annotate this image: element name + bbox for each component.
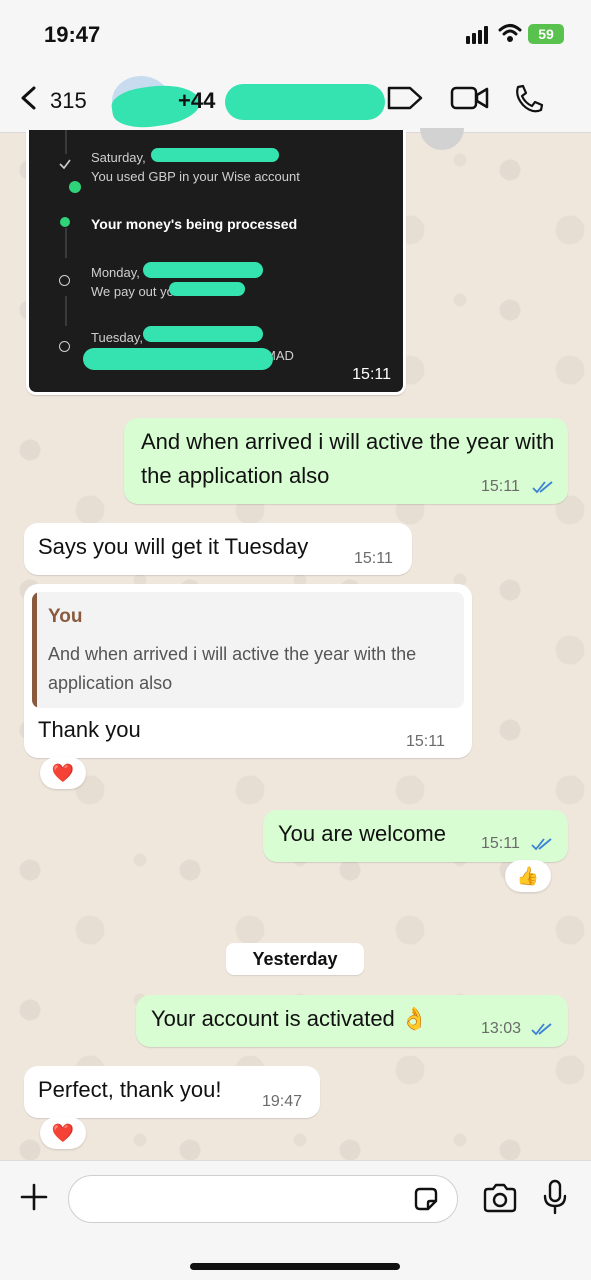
timeline-subtitle: We pay out yo <box>91 284 174 299</box>
image-message[interactable]: Saturday, You used GBP in your Wise acco… <box>26 130 406 395</box>
label-tag-icon[interactable] <box>386 84 424 112</box>
outgoing-message[interactable]: And when arrived i will active the year … <box>124 418 568 504</box>
timeline-line <box>65 296 67 326</box>
plus-icon[interactable] <box>20 1183 48 1211</box>
read-ticks-icon <box>531 1023 552 1036</box>
back-chevron-icon[interactable] <box>18 86 40 110</box>
message-text: Perfect, thank you! <box>38 1077 222 1102</box>
date-separator: Yesterday <box>226 943 364 975</box>
cellular-signal-icon <box>466 26 492 44</box>
reaction-heart[interactable]: ❤️ <box>40 1117 86 1149</box>
redaction-mark <box>143 262 263 278</box>
incoming-message[interactable]: Says you will get it Tuesday 15:11 <box>24 523 412 575</box>
quoted-message[interactable]: You And when arrived i will active the y… <box>32 592 464 708</box>
timeline-dot-current <box>60 217 70 227</box>
outgoing-message[interactable]: Your account is activated 👌 13:03 <box>136 995 568 1047</box>
quote-accent-bar <box>32 592 37 708</box>
message-text: Your account is activated 👌 <box>151 1006 429 1031</box>
timeline-dot-complete <box>69 181 81 193</box>
timeline-subtitle: You used GBP in your Wise account <box>91 169 300 184</box>
wifi-icon <box>498 24 522 42</box>
home-indicator <box>190 1263 400 1270</box>
redaction-mark <box>169 282 245 296</box>
status-time: 19:47 <box>44 22 101 47</box>
message-time: 15:11 <box>354 550 393 567</box>
message-input[interactable] <box>68 1175 458 1223</box>
read-ticks-icon <box>532 481 553 494</box>
reaction-heart[interactable]: ❤️ <box>40 757 86 789</box>
timeline-line <box>65 130 67 154</box>
battery-indicator: 59 <box>528 24 564 44</box>
message-text: Thank you <box>38 717 141 742</box>
checkmark-icon <box>59 159 71 170</box>
status-bar: 19:47 59 <box>0 0 591 64</box>
message-time: 15:11 <box>481 478 520 495</box>
contact-name[interactable]: +44 <box>178 88 215 114</box>
sticker-icon[interactable] <box>412 1185 440 1213</box>
redaction-mark <box>83 348 273 370</box>
redaction-mark <box>151 148 279 162</box>
chat-header: 315 +44 <box>0 64 591 133</box>
microphone-icon[interactable] <box>542 1179 568 1215</box>
incoming-reply-message[interactable]: You And when arrived i will active the y… <box>24 584 472 758</box>
whatsapp-chat-screen: 19:47 59 315 +44 Saturday, You used GBP … <box>0 0 591 1280</box>
message-time: 15:11 <box>481 835 520 852</box>
video-call-icon[interactable] <box>450 84 490 112</box>
timeline-dot-pending <box>59 341 70 352</box>
message-time: 13:03 <box>481 1020 522 1037</box>
read-ticks-icon <box>531 838 552 851</box>
timeline-title: Tuesday, <box>91 330 144 345</box>
redaction-mark <box>225 84 385 120</box>
redaction-mark <box>143 326 263 342</box>
timeline-title: Monday, <box>91 265 140 280</box>
quote-author: You <box>48 606 83 627</box>
timeline-dot-pending <box>59 275 70 286</box>
timeline-title: Saturday, <box>91 150 146 165</box>
message-composer <box>0 1160 591 1280</box>
message-time: 15:11 <box>406 733 445 750</box>
back-unread-count[interactable]: 315 <box>50 88 87 114</box>
reaction-thumbs-up[interactable]: 👍 <box>505 860 551 892</box>
timeline-line <box>65 228 67 258</box>
timeline-current-step: Your money's being processed <box>91 216 298 232</box>
incoming-message[interactable]: Perfect, thank you! 19:47 <box>24 1066 320 1118</box>
quote-text: And when arrived i will active the year … <box>48 644 417 693</box>
message-time: 15:11 <box>352 366 391 383</box>
message-time: 19:47 <box>262 1093 303 1110</box>
message-text: You are welcome <box>278 821 446 846</box>
message-text: Says you will get it Tuesday <box>38 534 309 559</box>
outgoing-message[interactable]: You are welcome 15:11 <box>263 810 568 862</box>
voice-call-icon[interactable] <box>512 84 544 114</box>
camera-icon[interactable] <box>482 1183 518 1213</box>
